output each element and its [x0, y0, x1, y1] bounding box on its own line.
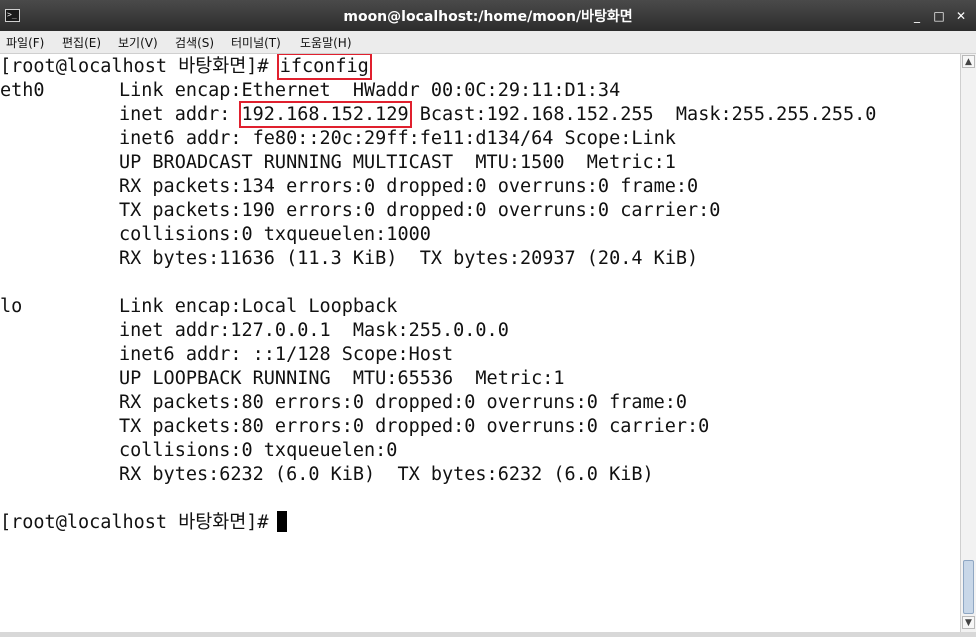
eth0-line-3: inet6 addr: fe80::20c:29ff:fe11:d134/64 …: [119, 128, 676, 149]
scroll-up-arrow-icon[interactable]: ▲: [962, 55, 975, 68]
menu-help[interactable]: 도움말(H): [300, 34, 352, 51]
terminal-window: >_ moon@localhost:/home/moon/바탕화면 _ □ ✕ …: [0, 0, 976, 637]
eth0-ip-address: 192.168.152.129: [238, 101, 412, 128]
menu-edit[interactable]: 편집(E): [62, 34, 101, 51]
eth0-bcast-mask: Bcast:192.168.152.255 Mask:255.255.255.0: [408, 104, 877, 125]
scroll-thumb[interactable]: [963, 560, 974, 614]
window-bottom-border: [0, 632, 976, 637]
eth0-line-6: TX packets:190 errors:0 dropped:0 overru…: [119, 200, 721, 221]
lo-line-7: collisions:0 txqueuelen:0: [119, 440, 398, 461]
text-cursor: [276, 511, 287, 532]
command-line: [root@localhost 바탕화면]# ifconfig: [0, 54, 372, 80]
close-button[interactable]: ✕: [952, 7, 970, 25]
eth0-line-8: RX bytes:11636 (11.3 KiB) TX bytes:20937…: [119, 248, 699, 269]
menu-view[interactable]: 보기(V): [118, 34, 158, 51]
menu-file[interactable]: 파일(F): [6, 34, 44, 51]
eth0-line-7: collisions:0 txqueuelen:1000: [119, 224, 431, 245]
lo-line-5: RX packets:80 errors:0 dropped:0 overrun…: [119, 392, 688, 413]
lo-line-2: inet addr:127.0.0.1 Mask:255.0.0.0: [119, 320, 509, 341]
menu-bar: 파일(F) 편집(E) 보기(V) 검색(S) 터미널(T) 도움말(H): [0, 31, 976, 54]
lo-line-4: UP LOOPBACK RUNNING MTU:65536 Metric:1: [119, 368, 565, 389]
lo-line-8: RX bytes:6232 (6.0 KiB) TX bytes:6232 (6…: [119, 464, 654, 485]
vertical-scrollbar[interactable]: ▲ ▼: [960, 54, 976, 632]
terminal-output[interactable]: [root@localhost 바탕화면]# ifconfig eth0 Lin…: [0, 54, 960, 632]
title-bar[interactable]: >_ moon@localhost:/home/moon/바탕화면 _ □ ✕: [0, 0, 976, 31]
eth0-line-5: RX packets:134 errors:0 dropped:0 overru…: [119, 176, 699, 197]
menu-search[interactable]: 검색(S): [175, 34, 214, 51]
eth0-line-2: inet addr: 192.168.152.129 Bcast:192.168…: [119, 101, 877, 128]
eth0-inet-label: inet addr:: [119, 104, 231, 125]
window-title: moon@localhost:/home/moon/바탕화면: [343, 9, 633, 25]
prompt-line-2: [root@localhost 바탕화면]#: [0, 511, 287, 535]
iface-name-lo: lo: [0, 296, 23, 317]
maximize-button[interactable]: □: [930, 7, 948, 25]
iface-name-eth0: eth0: [0, 80, 45, 101]
lo-line-1: Link encap:Local Loopback: [119, 296, 398, 317]
command-ifconfig: ifconfig: [276, 54, 372, 80]
prompt-2: [root@localhost 바탕화면]#: [0, 512, 269, 533]
menu-terminal[interactable]: 터미널(T): [231, 34, 281, 51]
lo-line-3: inet6 addr: ::1/128 Scope:Host: [119, 344, 454, 365]
prompt: [root@localhost 바탕화면]#: [0, 56, 269, 77]
minimize-button[interactable]: _: [908, 7, 926, 25]
eth0-line-1: Link encap:Ethernet HWaddr 00:0C:29:11:D…: [119, 80, 621, 101]
eth0-line-4: UP BROADCAST RUNNING MULTICAST MTU:1500 …: [119, 152, 676, 173]
scroll-down-arrow-icon[interactable]: ▼: [962, 616, 975, 629]
lo-line-6: TX packets:80 errors:0 dropped:0 overrun…: [119, 416, 710, 437]
